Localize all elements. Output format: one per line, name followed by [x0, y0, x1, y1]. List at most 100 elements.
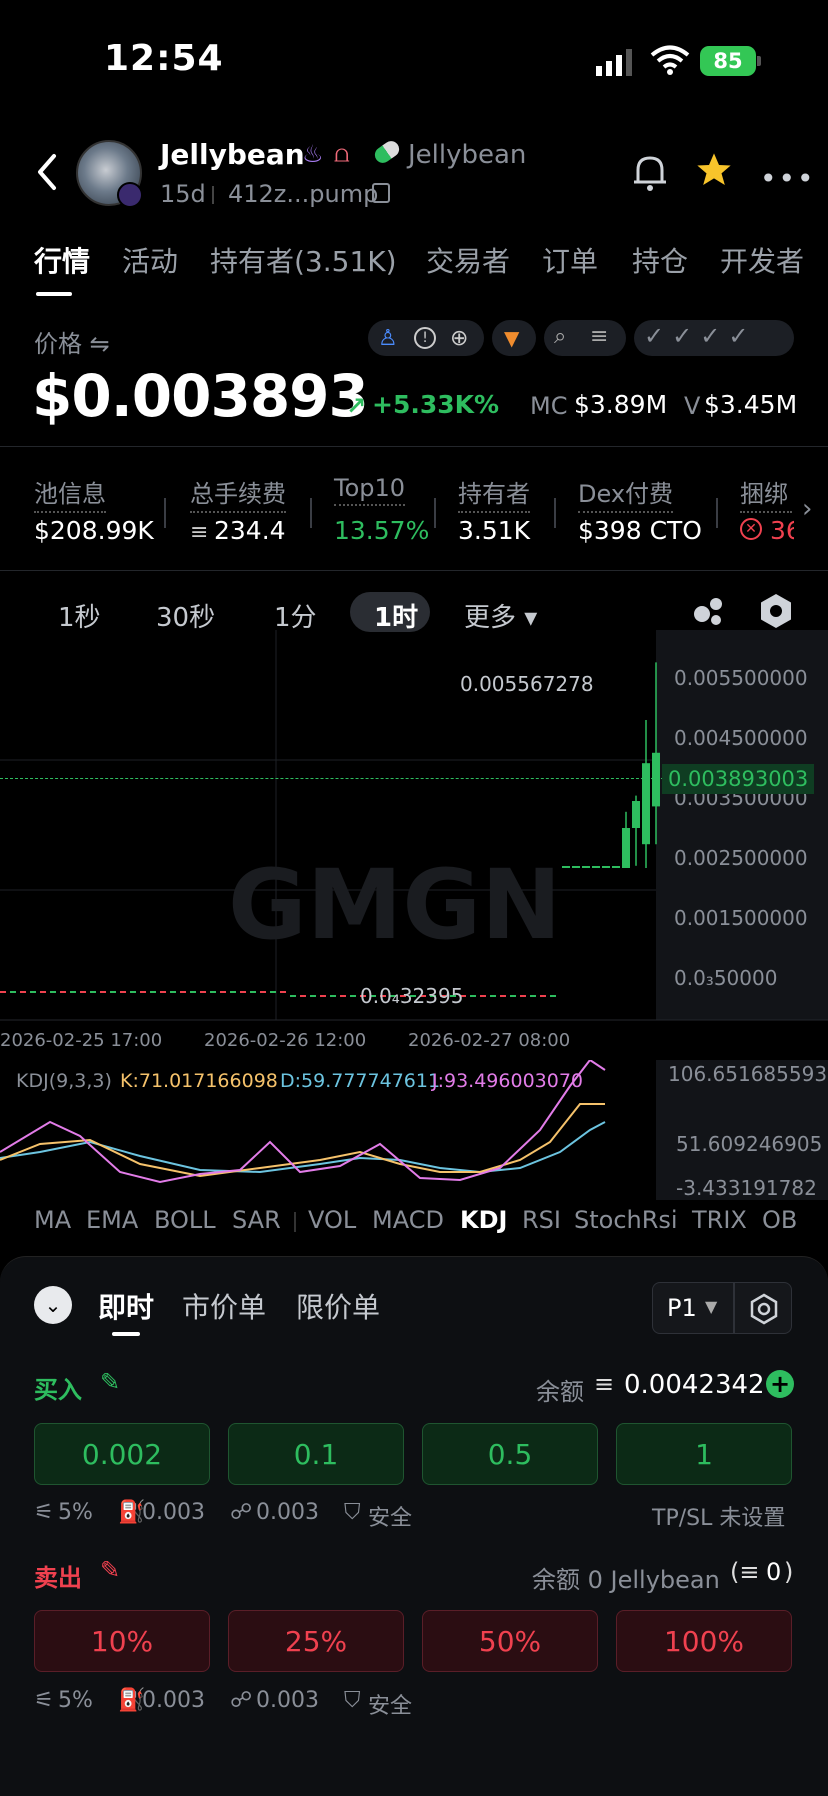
candle-body — [642, 763, 650, 845]
stat-holders-label[interactable]: 持有者 — [458, 474, 530, 513]
tip-icon: ☍ — [230, 1500, 253, 1525]
battery-tip — [757, 56, 761, 66]
candle-body — [602, 866, 610, 868]
stat-fee-label[interactable]: 总手续费 — [190, 474, 286, 513]
globe-icon[interactable]: ⊕ — [450, 326, 468, 351]
chevron-right-icon[interactable]: › — [802, 494, 812, 524]
timeframe-more[interactable]: 更多 ▾ — [464, 597, 537, 634]
sol-icon: ≡ — [190, 520, 209, 545]
sell-percent-button[interactable]: 50% — [422, 1610, 598, 1672]
more-icon[interactable]: ••• — [760, 162, 816, 195]
bell-icon[interactable] — [632, 152, 668, 196]
sell-percent-button[interactable]: 25% — [228, 1610, 404, 1672]
search-icon[interactable]: ⌕ — [554, 324, 566, 349]
indicator-ob[interactable]: OB — [762, 1206, 797, 1234]
indicator-kdj[interactable]: KDJ — [460, 1206, 507, 1234]
y-tick: 0.001500000 — [674, 906, 808, 930]
y-tick: 0.004500000 — [674, 726, 808, 750]
separator — [212, 186, 214, 204]
indicator-ema[interactable]: EMA — [86, 1206, 138, 1234]
divider-top — [0, 446, 828, 447]
tab-positions[interactable]: 持仓 — [632, 240, 688, 280]
buy-amount-button[interactable]: 1 — [616, 1423, 792, 1485]
stat-separator — [716, 498, 718, 528]
sell-percent-button[interactable]: 100% — [616, 1610, 792, 1672]
buy-amount-button[interactable]: 0.5 — [422, 1423, 598, 1485]
divider-stats — [0, 570, 828, 571]
list-icon[interactable]: ≡ — [590, 324, 608, 349]
add-funds-icon[interactable]: + — [766, 1370, 794, 1398]
trade-tab-market[interactable]: 市价单 — [182, 1286, 266, 1326]
fox-icon[interactable]: ▼ — [504, 326, 519, 350]
candle-body — [592, 866, 600, 868]
star-icon[interactable] — [694, 150, 734, 194]
indicator-stochrsi[interactable]: StochRsi — [574, 1206, 678, 1234]
tab-market[interactable]: 行情 — [34, 240, 90, 280]
sell-slippage-value[interactable]: 5% — [58, 1688, 93, 1713]
edit-buy-icon[interactable]: ✎ — [100, 1368, 120, 1396]
high-price-label: 0.005567278 — [460, 672, 594, 696]
indicator-ma[interactable]: MA — [34, 1206, 71, 1234]
indicator-boll[interactable]: BOLL — [154, 1206, 216, 1234]
copy-icon[interactable] — [372, 183, 390, 203]
trade-settings-icon[interactable] — [734, 1282, 792, 1334]
current-price-tag: 0.003893003 — [662, 764, 815, 794]
priority-fee-value[interactable]: 0.003 — [142, 1500, 205, 1525]
y-tick: 0.002500000 — [674, 846, 808, 870]
volume-label: V — [684, 392, 701, 420]
safe-mode[interactable]: 安全 — [368, 1500, 412, 1532]
indicator-trix[interactable]: TRIX — [692, 1206, 747, 1234]
buy-amount-button[interactable]: 0.002 — [34, 1423, 210, 1485]
kdj-y-tick: 51.609246905 — [676, 1132, 823, 1156]
user-icon[interactable]: ♙ — [378, 326, 398, 351]
indicator-vol[interactable]: VOL — [308, 1206, 356, 1234]
balance-label: 余额 — [536, 1378, 584, 1406]
candle-body — [632, 801, 640, 828]
price-label[interactable]: 价格 ⇋ — [34, 324, 110, 359]
buy-amount-button[interactable]: 0.1 — [228, 1423, 404, 1485]
indicator-sar[interactable]: SAR — [232, 1206, 281, 1234]
tip-value[interactable]: 0.003 — [256, 1500, 319, 1525]
trade-tab-limit[interactable]: 限价单 — [296, 1286, 380, 1326]
timeframe-1m[interactable]: 1分 — [274, 597, 317, 634]
info-icon[interactable]: ! — [414, 327, 436, 349]
indicator-macd[interactable]: MACD — [372, 1206, 444, 1234]
token-address: 412z...pump — [228, 180, 379, 208]
candle-body — [572, 866, 580, 868]
tpsl-status[interactable]: TP/SL 未设置 — [652, 1500, 785, 1532]
stat-pool-label[interactable]: 池信息 — [34, 474, 106, 513]
edit-sell-icon[interactable]: ✎ — [100, 1556, 120, 1584]
timeframe-1s[interactable]: 1秒 — [58, 597, 101, 634]
sell-balance-sol: 0 — [766, 1558, 782, 1586]
buy-label: 买入 — [34, 1376, 82, 1404]
y-tick: 0.0₃50000 — [674, 966, 778, 990]
sell-percent-button[interactable]: 10% — [34, 1610, 210, 1672]
stat-top10-label[interactable]: Top10 — [334, 474, 406, 506]
tab-traders[interactable]: 交易者 — [426, 240, 510, 280]
timeframe-1h[interactable]: 1时 — [374, 597, 418, 634]
signal-icon — [596, 48, 636, 80]
sell-priority-fee-value[interactable]: 0.003 — [142, 1688, 205, 1713]
settings-hex-icon[interactable] — [758, 592, 794, 634]
dots-icon[interactable] — [692, 594, 726, 632]
check-icons: ✓✓✓✓ — [644, 322, 757, 350]
slippage-value[interactable]: 5% — [58, 1500, 93, 1525]
timeframe-30s[interactable]: 30秒 — [156, 597, 215, 634]
back-icon[interactable] — [34, 152, 58, 196]
sell-safe-mode[interactable]: 安全 — [368, 1688, 412, 1720]
indicator-rsi[interactable]: RSI — [522, 1206, 561, 1234]
stat-dex-label[interactable]: Dex付费 — [578, 474, 674, 513]
stat-fee-value: 234.4 — [214, 516, 286, 545]
token-name-tag: Jellybean — [408, 140, 527, 170]
preset-select[interactable]: P1 ▼ — [652, 1282, 734, 1334]
tab-activity[interactable]: 活动 — [122, 240, 178, 280]
tab-orders[interactable]: 订单 — [542, 240, 598, 280]
tab-holders[interactable]: 持有者(3.51K) — [210, 240, 397, 280]
trade-tab-instant[interactable]: 即时 — [98, 1286, 154, 1326]
kdj-k-line — [0, 1103, 605, 1178]
collapse-icon[interactable]: ⌄ — [34, 1286, 72, 1324]
sell-tip-value[interactable]: 0.003 — [256, 1688, 319, 1713]
stat-bundle-label[interactable]: 捆绑 — [740, 474, 792, 513]
flame-icon: ♨ — [302, 140, 324, 168]
tab-developer[interactable]: 开发者 — [720, 240, 828, 280]
